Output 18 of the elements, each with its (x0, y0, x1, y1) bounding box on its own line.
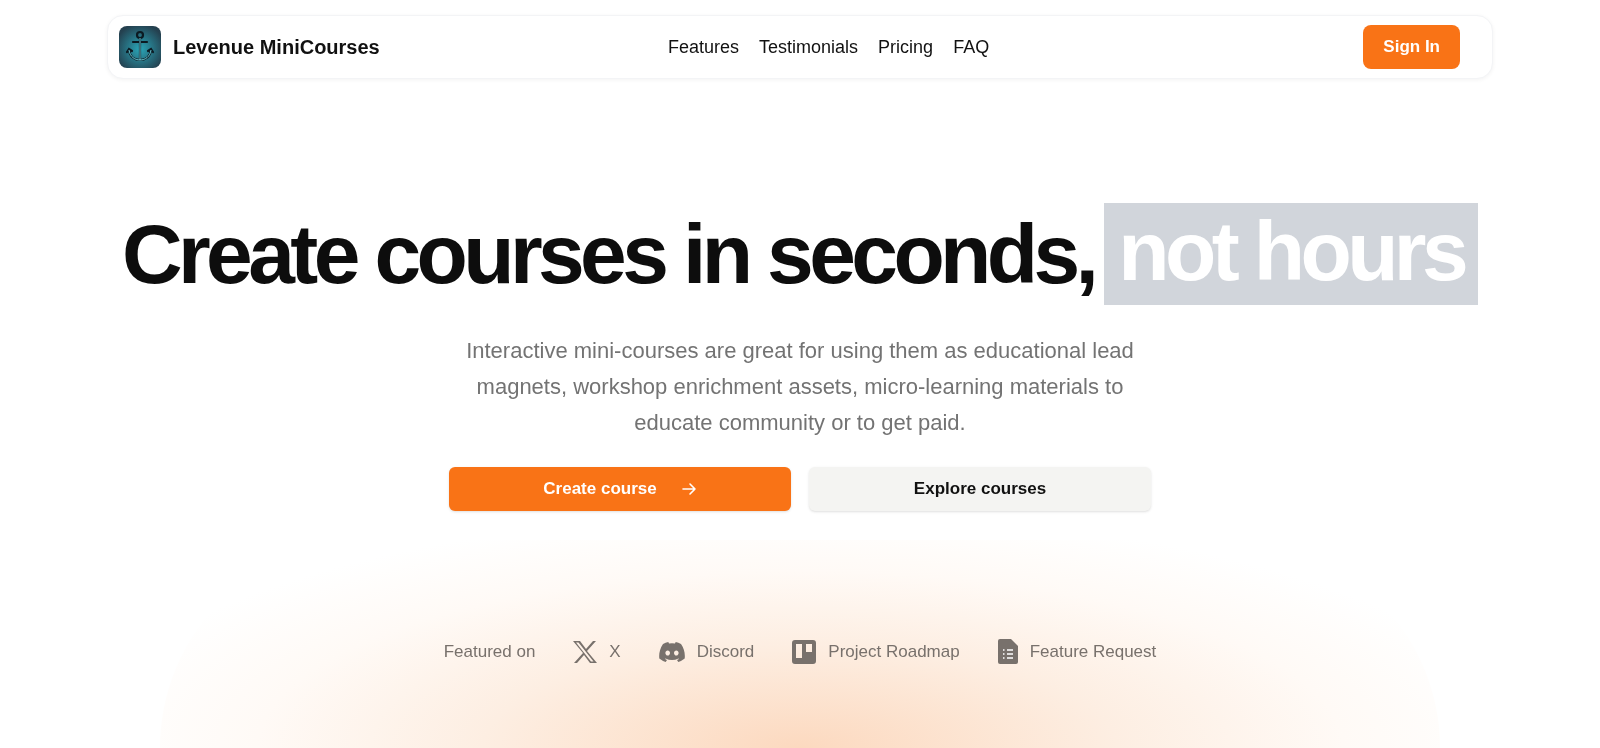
headline-text: Create courses in seconds, (121, 212, 1095, 296)
nav-link[interactable]: FAQ (953, 33, 990, 61)
x-logo-icon (573, 640, 598, 663)
featured-link[interactable]: Feature Request (997, 639, 1157, 665)
anchor-logo-icon (119, 26, 161, 68)
featured-on-label: Featured on (443, 641, 536, 663)
discord-logo-icon (658, 641, 685, 662)
explore-courses-button[interactable]: Explore courses (809, 467, 1151, 511)
featured-link[interactable]: Discord (658, 639, 755, 665)
nav-link[interactable]: Pricing (878, 33, 934, 61)
nav-link[interactable]: Features (668, 33, 740, 61)
arrow-right-icon (680, 481, 697, 497)
featured-link[interactable]: Project Roadmap (792, 639, 960, 665)
brand-name[interactable]: Levenue MiniCourses (173, 32, 380, 62)
board-icon (792, 639, 817, 664)
nav-link[interactable]: Testimonials (759, 33, 859, 61)
hero-description: Interactive mini-courses are great for using them as educational lead magnets, workshop enrichment assets, micro-learning materials to educate community or to get paid. (465, 337, 1135, 437)
featured-link[interactable]: X (573, 639, 621, 665)
